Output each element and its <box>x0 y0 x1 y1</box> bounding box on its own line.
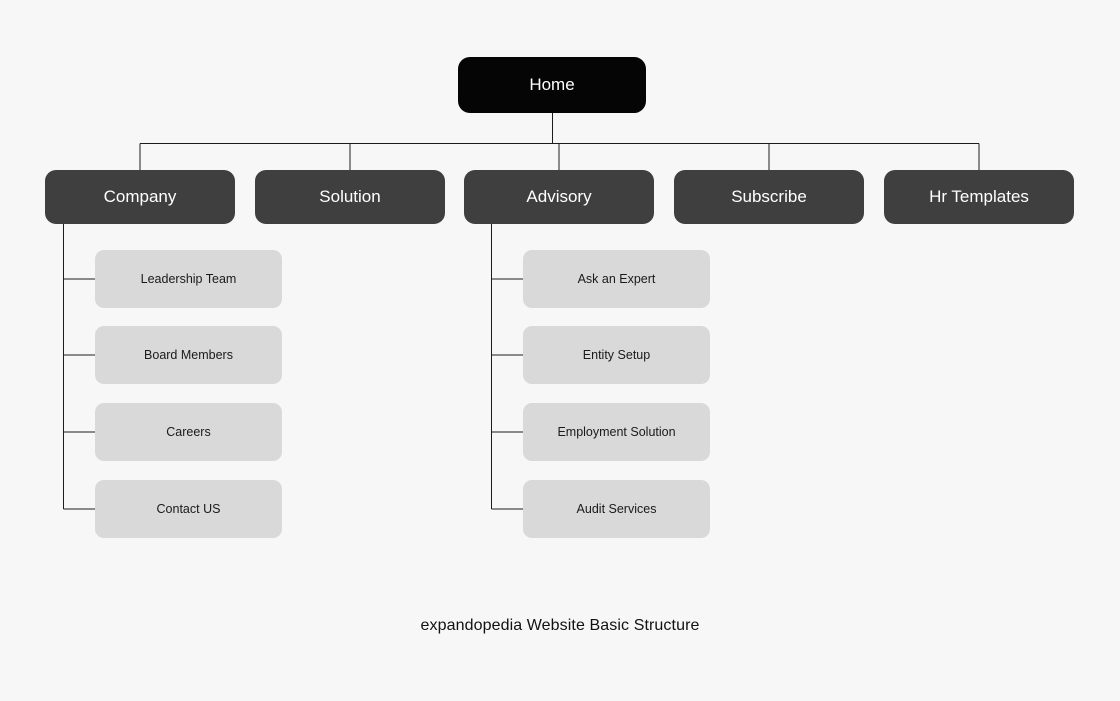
node-contact-us[interactable]: Contact US <box>95 480 282 538</box>
node-solution[interactable]: Solution <box>255 170 445 224</box>
node-leadership-team[interactable]: Leadership Team <box>95 250 282 308</box>
node-company[interactable]: Company <box>45 170 235 224</box>
node-leadership-team-label: Leadership Team <box>140 271 237 286</box>
diagram-caption: expandopedia Website Basic Structure <box>420 617 700 634</box>
node-advisory[interactable]: Advisory <box>464 170 654 224</box>
node-audit-services[interactable]: Audit Services <box>523 480 710 538</box>
node-audit-services-label: Audit Services <box>576 501 657 516</box>
sitemap-diagram: Home Company Solution Advisory Subscribe… <box>0 0 1120 701</box>
node-entity-setup-label: Entity Setup <box>582 347 651 362</box>
node-employment-solution[interactable]: Employment Solution <box>523 403 710 461</box>
node-ask-an-expert[interactable]: Ask an Expert <box>523 250 710 308</box>
node-careers-label: Careers <box>166 424 211 439</box>
node-board-members[interactable]: Board Members <box>95 326 282 384</box>
node-subscribe-label: Subscribe <box>731 186 807 206</box>
node-advisory-label: Advisory <box>526 186 592 206</box>
node-home[interactable]: Home <box>458 57 646 113</box>
node-subscribe[interactable]: Subscribe <box>674 170 864 224</box>
node-contact-us-label: Contact US <box>156 501 221 516</box>
node-home-label: Home <box>529 74 575 94</box>
node-hr-templates[interactable]: Hr Templates <box>884 170 1074 224</box>
node-employment-solution-label: Employment Solution <box>557 424 676 439</box>
node-ask-an-expert-label: Ask an Expert <box>577 271 656 286</box>
node-board-members-label: Board Members <box>144 347 233 362</box>
node-hr-templates-label: Hr Templates <box>929 186 1029 206</box>
node-careers[interactable]: Careers <box>95 403 282 461</box>
node-company-label: Company <box>103 186 177 206</box>
node-entity-setup[interactable]: Entity Setup <box>523 326 710 384</box>
node-solution-label: Solution <box>319 186 381 206</box>
